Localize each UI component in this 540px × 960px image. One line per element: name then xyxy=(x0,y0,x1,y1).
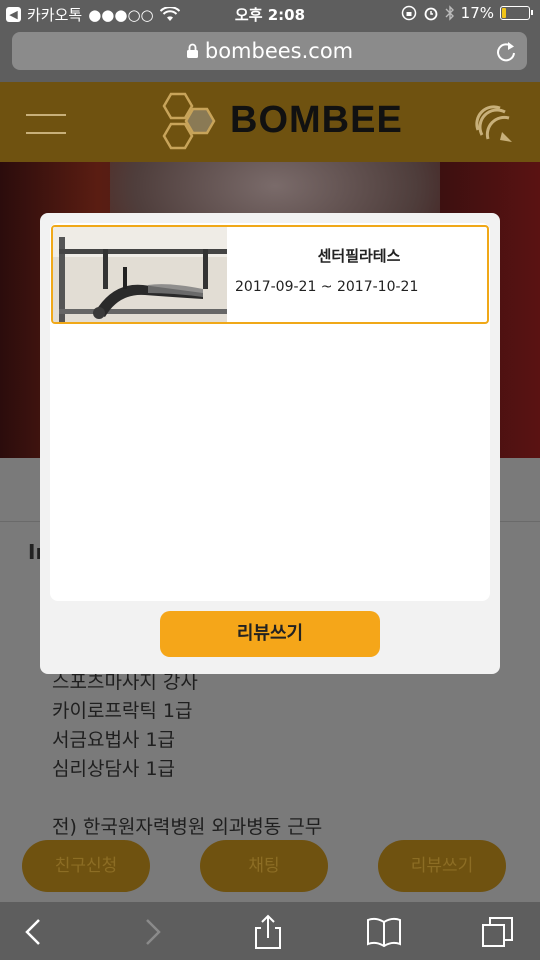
class-title: 센터필라테스 xyxy=(317,247,401,265)
friend-request-button[interactable]: 친구신청 xyxy=(22,840,150,892)
profile-line: 심리상담사 1급 xyxy=(52,758,176,780)
class-item-card[interactable]: 센터필라테스 2017-09-21 ~ 2017-10-21 xyxy=(51,225,489,324)
profile-line: 서금요법사 1급 xyxy=(52,729,176,751)
lock-icon xyxy=(186,43,198,58)
honeycomb-logo-icon xyxy=(162,92,216,150)
battery-icon xyxy=(500,6,533,20)
alarm-icon xyxy=(424,7,438,21)
browser-chrome: bombees.com xyxy=(0,28,540,82)
reload-icon[interactable] xyxy=(495,39,517,63)
hamburger-icon[interactable] xyxy=(26,110,66,136)
profile-line: 카이로프락틱 1급 xyxy=(52,700,193,722)
address-bar[interactable]: bombees.com xyxy=(12,32,527,70)
write-review-button[interactable]: 리뷰쓰기 xyxy=(160,611,380,657)
profile-line: 전) 한국원자력병원 외과병동 근무 xyxy=(52,816,323,838)
chat-button[interactable]: 채팅 xyxy=(200,840,328,892)
browser-toolbar xyxy=(0,902,540,960)
profile-text: 스포츠마사지 강사 카이로프락틱 1급 서금요법사 1급 심리상담사 1급 전)… xyxy=(52,668,322,842)
site-header: BOMBEE xyxy=(0,82,540,162)
review-modal: 센터필라테스 2017-09-21 ~ 2017-10-21 리뷰쓰기 xyxy=(40,213,500,674)
write-review-button-bg[interactable]: 리뷰쓰기 xyxy=(378,840,506,892)
back-icon[interactable] xyxy=(16,914,52,950)
url-display[interactable]: bombees.com xyxy=(12,39,527,63)
brand-logo[interactable]: BOMBEE xyxy=(230,99,403,142)
url-text: bombees.com xyxy=(204,39,354,63)
rotation-lock-icon xyxy=(401,5,416,21)
class-thumbnail xyxy=(53,227,227,322)
bluetooth-icon xyxy=(445,5,454,21)
status-right: 17% xyxy=(401,4,533,22)
class-date-range: 2017-09-21 ~ 2017-10-21 xyxy=(235,279,419,295)
bookmarks-icon[interactable] xyxy=(366,914,402,950)
forward-icon[interactable] xyxy=(134,914,170,950)
chat-icon[interactable] xyxy=(472,102,514,144)
battery-fill xyxy=(502,8,506,18)
profile-line xyxy=(52,784,322,813)
hamburger-line xyxy=(26,114,66,116)
tabs-icon[interactable] xyxy=(480,914,516,950)
share-icon[interactable] xyxy=(250,914,286,950)
hamburger-line xyxy=(26,132,66,134)
status-bar: ◀ 카카오톡 ●●●○○ 오후 2:08 17% xyxy=(0,0,540,28)
modal-list: 센터필라테스 2017-09-21 ~ 2017-10-21 xyxy=(50,223,490,601)
battery-percent: 17% xyxy=(460,4,494,22)
